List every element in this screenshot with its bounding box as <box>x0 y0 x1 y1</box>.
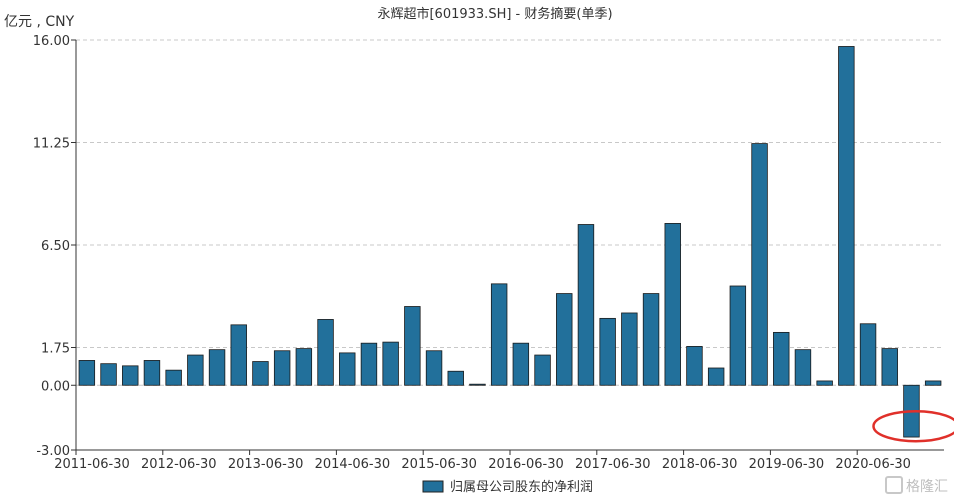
bar <box>794 349 812 386</box>
bar <box>122 365 139 386</box>
bar <box>599 317 616 386</box>
x-tick-label: 2020-06-30 <box>835 457 911 472</box>
bars <box>78 46 942 438</box>
y-tick-label: 1.75 <box>41 342 70 357</box>
y-axis-ticks: -3.000.001.756.5011.2516.00 <box>33 34 76 459</box>
bar <box>360 342 378 386</box>
gridlines <box>76 39 944 386</box>
x-tick-label: 2016-06-30 <box>488 457 564 472</box>
x-tick-label: 2015-06-30 <box>401 457 477 472</box>
bar <box>165 369 182 386</box>
bar <box>816 380 833 386</box>
bar <box>729 285 747 386</box>
x-axis-ticks: 2011-06-30 2012-06-30 2013-06-30 2014-06-30… <box>54 450 911 472</box>
bar <box>773 331 790 386</box>
bar <box>707 367 725 386</box>
logo-icon <box>885 476 903 494</box>
x-tick-label: 2013-06-30 <box>228 457 304 472</box>
watermark-logo: 格隆汇 <box>885 476 948 496</box>
bar <box>425 350 443 386</box>
chart-title: 永辉超市[601933.SH] - 财务摘要(单季) <box>377 6 612 22</box>
bar <box>490 283 508 386</box>
x-tick-label: 2017-06-30 <box>575 457 651 472</box>
y-tick-label: 16.00 <box>33 34 70 49</box>
bar <box>78 360 96 386</box>
bar <box>534 354 551 386</box>
bar <box>404 306 421 386</box>
bar <box>577 224 595 386</box>
bar <box>447 370 464 386</box>
x-tick-label: 2014-06-30 <box>315 457 391 472</box>
legend-label: 归属母公司股东的净利润 <box>450 479 593 495</box>
bar <box>295 348 313 386</box>
bar <box>252 361 269 386</box>
y-tick-label: 6.50 <box>41 239 70 254</box>
bar <box>208 349 226 386</box>
bar <box>143 360 161 386</box>
bar <box>100 363 117 386</box>
bar <box>339 352 356 386</box>
legend-swatch <box>422 480 444 493</box>
bar <box>621 312 638 386</box>
x-tick-label: 2018-06-30 <box>662 457 738 472</box>
bar <box>881 348 898 386</box>
bar <box>838 46 855 386</box>
bar <box>751 143 768 386</box>
bar <box>512 342 530 386</box>
bar <box>469 383 486 386</box>
bar <box>664 223 681 386</box>
y-tick-label: 0.00 <box>41 379 70 394</box>
bar <box>317 319 334 386</box>
bar <box>686 346 703 386</box>
bar <box>859 323 877 386</box>
x-tick-label: 2011-06-30 <box>54 457 130 472</box>
x-tick-label: 2012-06-30 <box>141 457 217 472</box>
y-tick-label: 11.25 <box>33 137 70 152</box>
watermark-text: 格隆汇 <box>906 479 948 495</box>
bar <box>230 324 247 386</box>
bar <box>556 293 573 386</box>
legend: 归属母公司股东的净利润 <box>422 479 593 495</box>
unit-label: 亿元 , CNY <box>4 14 75 30</box>
x-tick-label: 2019-06-30 <box>749 457 825 472</box>
bar <box>273 350 291 386</box>
bar <box>382 341 399 386</box>
bar <box>642 293 660 386</box>
bar <box>924 380 942 386</box>
bar <box>187 354 204 386</box>
bar-chart: 永辉超市[601933.SH] - 财务摘要(单季) 亿元 , CNY -3.0… <box>4 6 954 495</box>
